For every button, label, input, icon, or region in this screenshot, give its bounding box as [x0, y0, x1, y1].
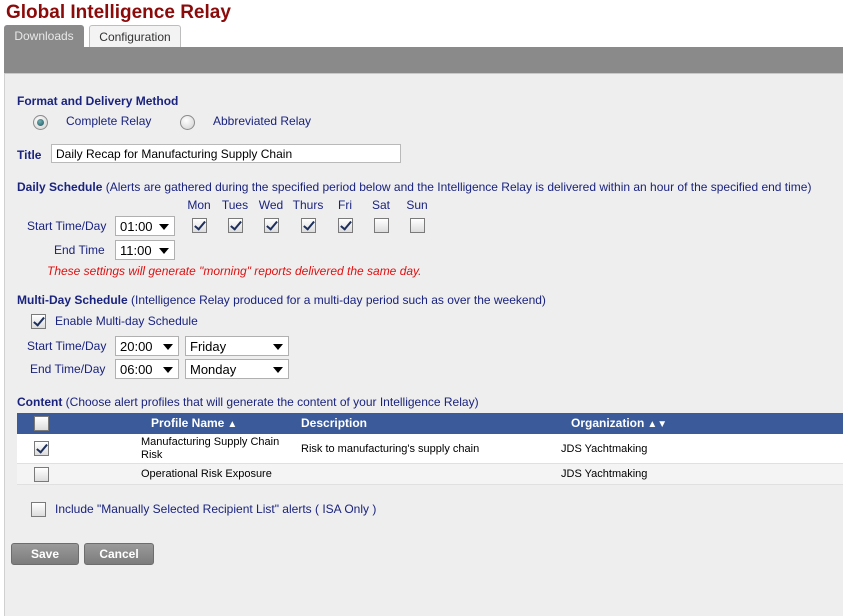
row-organization: JDS Yachtmaking: [561, 443, 648, 455]
daily-heading-note: (Alerts are gathered during the specifie…: [105, 180, 812, 194]
abbreviated-relay-label: Abbreviated Relay: [213, 114, 312, 128]
day-label-sun: Sun: [406, 198, 428, 212]
abbreviated-relay-radio[interactable]: [180, 115, 195, 130]
schedule-warning: These settings will generate "morning" r…: [47, 264, 422, 278]
row-profile-name-line1: Manufacturing Supply Chain: [141, 436, 280, 448]
daily-start-label: Start Time/Day: [27, 219, 107, 233]
day-checkbox-thurs[interactable]: [301, 218, 316, 233]
multiday-start-time-value: 20:00: [120, 339, 153, 354]
row-organization: JDS Yachtmaking: [561, 468, 648, 480]
day-label-tues: Tues: [221, 198, 249, 212]
day-checkbox-tues[interactable]: [228, 218, 243, 233]
title-input[interactable]: Daily Recap for Manufacturing Supply Cha…: [51, 144, 401, 163]
day-checkbox-mon[interactable]: [192, 218, 207, 233]
chevron-down-icon: [273, 344, 283, 350]
day-label-sat: Sat: [371, 198, 390, 212]
day-label-mon: Mon: [187, 198, 211, 212]
chevron-down-icon: [159, 224, 169, 230]
multiday-end-time-select[interactable]: 06:00: [115, 359, 179, 379]
column-description: Description: [301, 416, 368, 430]
content-heading-text: Content: [17, 395, 63, 409]
column-organization-label: Organization: [571, 416, 645, 430]
configuration-panel: Format and Delivery Method Complete Rela…: [4, 73, 843, 616]
daily-end-label: End Time: [54, 243, 105, 257]
table-row: Manufacturing Supply Chain Risk Risk to …: [17, 434, 843, 464]
profiles-table-header: Profile Name ▲ Description Organization ▲▼: [17, 413, 843, 434]
sort-toggle-icon: ▲▼: [647, 419, 668, 430]
row-checkbox[interactable]: [34, 441, 49, 456]
day-checkbox-sat[interactable]: [374, 218, 389, 233]
column-profile-name[interactable]: Profile Name ▲: [151, 416, 237, 430]
app-title: Global Intelligence Relay: [6, 2, 231, 23]
row-checkbox[interactable]: [34, 467, 49, 482]
multiday-end-label: End Time/Day: [30, 362, 106, 376]
daily-end-time-select[interactable]: 11:00: [115, 240, 175, 260]
daily-schedule-heading: Daily Schedule (Alerts are gathered duri…: [17, 180, 811, 194]
daily-heading-text: Daily Schedule: [17, 180, 103, 194]
row-profile-name: Manufacturing Supply Chain Risk: [141, 436, 279, 462]
multiday-start-day-value: Friday: [190, 339, 227, 354]
title-label: Title: [17, 148, 42, 162]
chevron-down-icon: [159, 248, 169, 254]
day-checkbox-wed[interactable]: [264, 218, 279, 233]
row-profile-name-line2: Risk: [141, 449, 163, 461]
multiday-schedule-heading: Multi-Day Schedule (Intelligence Relay p…: [17, 293, 546, 307]
tab-downloads[interactable]: Downloads: [4, 25, 84, 47]
content-heading-note: (Choose alert profiles that will generat…: [65, 395, 479, 409]
chevron-down-icon: [273, 367, 283, 373]
daily-start-time-select[interactable]: 01:00: [115, 216, 175, 236]
format-heading: Format and Delivery Method: [17, 94, 179, 108]
manual-recipient-list-checkbox[interactable]: [31, 502, 46, 517]
table-row: Operational Risk Exposure JDS Yachtmakin…: [17, 464, 843, 485]
day-label-fri: Fri: [338, 198, 352, 212]
row-profile-name: Operational Risk Exposure: [141, 468, 272, 480]
daily-end-time-value: 11:00: [120, 243, 152, 258]
multiday-start-label: Start Time/Day: [27, 339, 107, 353]
multiday-start-time-select[interactable]: 20:00: [115, 336, 179, 356]
tab-configuration[interactable]: Configuration: [89, 25, 181, 47]
complete-relay-label: Complete Relay: [66, 114, 152, 128]
column-profile-name-label: Profile Name: [151, 416, 225, 430]
tab-toolbar: [4, 47, 843, 73]
multiday-end-day-select[interactable]: Monday: [185, 359, 289, 379]
multiday-end-time-value: 06:00: [120, 362, 153, 377]
multiday-heading-text: Multi-Day Schedule: [17, 293, 128, 307]
enable-multiday-checkbox[interactable]: [31, 314, 46, 329]
chevron-down-icon: [163, 344, 173, 350]
multiday-start-day-select[interactable]: Friday: [185, 336, 289, 356]
multiday-end-day-value: Monday: [190, 362, 237, 377]
day-label-thurs: Thurs: [292, 198, 324, 212]
row-description: Risk to manufacturing's supply chain: [301, 443, 480, 455]
select-all-checkbox[interactable]: [34, 416, 49, 431]
day-checkbox-sun[interactable]: [410, 218, 425, 233]
complete-relay-radio[interactable]: [33, 115, 48, 130]
day-label-wed: Wed: [258, 198, 284, 212]
day-checkbox-fri[interactable]: [338, 218, 353, 233]
column-organization[interactable]: Organization ▲▼: [571, 416, 667, 430]
multiday-heading-note: (Intelligence Relay produced for a multi…: [131, 293, 546, 307]
chevron-down-icon: [163, 367, 173, 373]
content-heading: Content (Choose alert profiles that will…: [17, 395, 479, 409]
save-button[interactable]: Save: [11, 543, 79, 565]
manual-recipient-list-label: Include "Manually Selected Recipient Lis…: [55, 502, 377, 516]
sort-ascending-icon: ▲: [227, 419, 238, 430]
daily-start-time-value: 01:00: [120, 219, 153, 234]
cancel-button[interactable]: Cancel: [84, 543, 154, 565]
enable-multiday-label: Enable Multi-day Schedule: [55, 314, 198, 328]
